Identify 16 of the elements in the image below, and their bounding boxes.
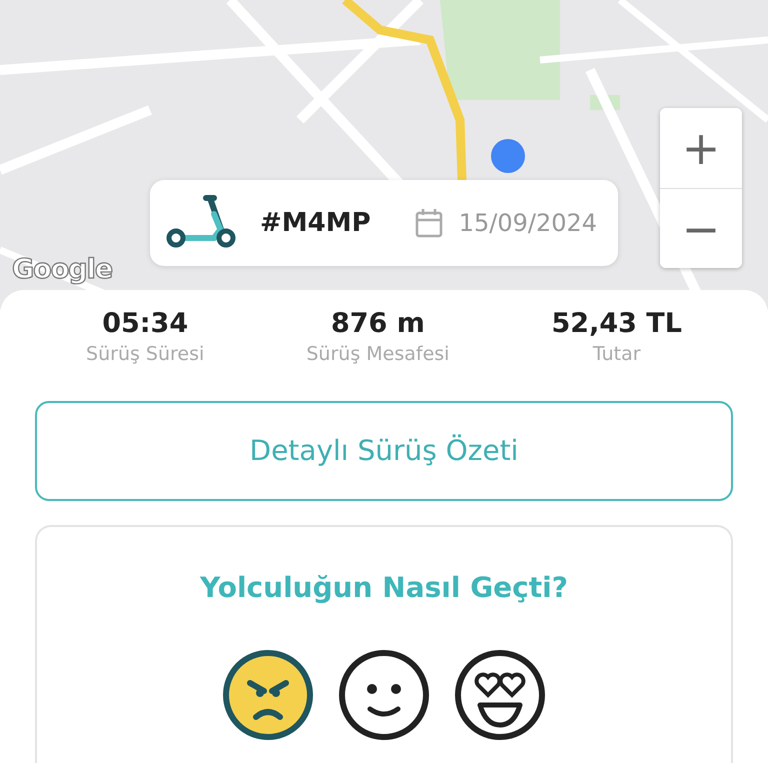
zoom-in-button[interactable]: + [660, 108, 742, 188]
rating-title: Yolculuğun Nasıl Geçti? [198, 570, 569, 606]
stat-value: 52,43 TL [552, 308, 682, 340]
heart-eyes-face-icon[interactable] [454, 648, 546, 741]
angry-face-icon[interactable] [222, 648, 314, 741]
stat-label: Tutar [592, 342, 642, 368]
ride-date: 15/09/2024 [458, 208, 598, 239]
smiley-face-icon[interactable] [338, 648, 430, 741]
map-logo: Google [12, 253, 112, 287]
zoom-out-button[interactable]: − [660, 188, 742, 268]
stat-value: 876 m [330, 308, 426, 340]
calendar-icon [414, 208, 443, 238]
ride-code: #M4MP [260, 206, 371, 240]
stat-label: Sürüş Mesafesi [306, 342, 450, 368]
stat-value: 05:34 [101, 308, 190, 340]
stat-label: Sürüş Süresi [86, 342, 204, 368]
